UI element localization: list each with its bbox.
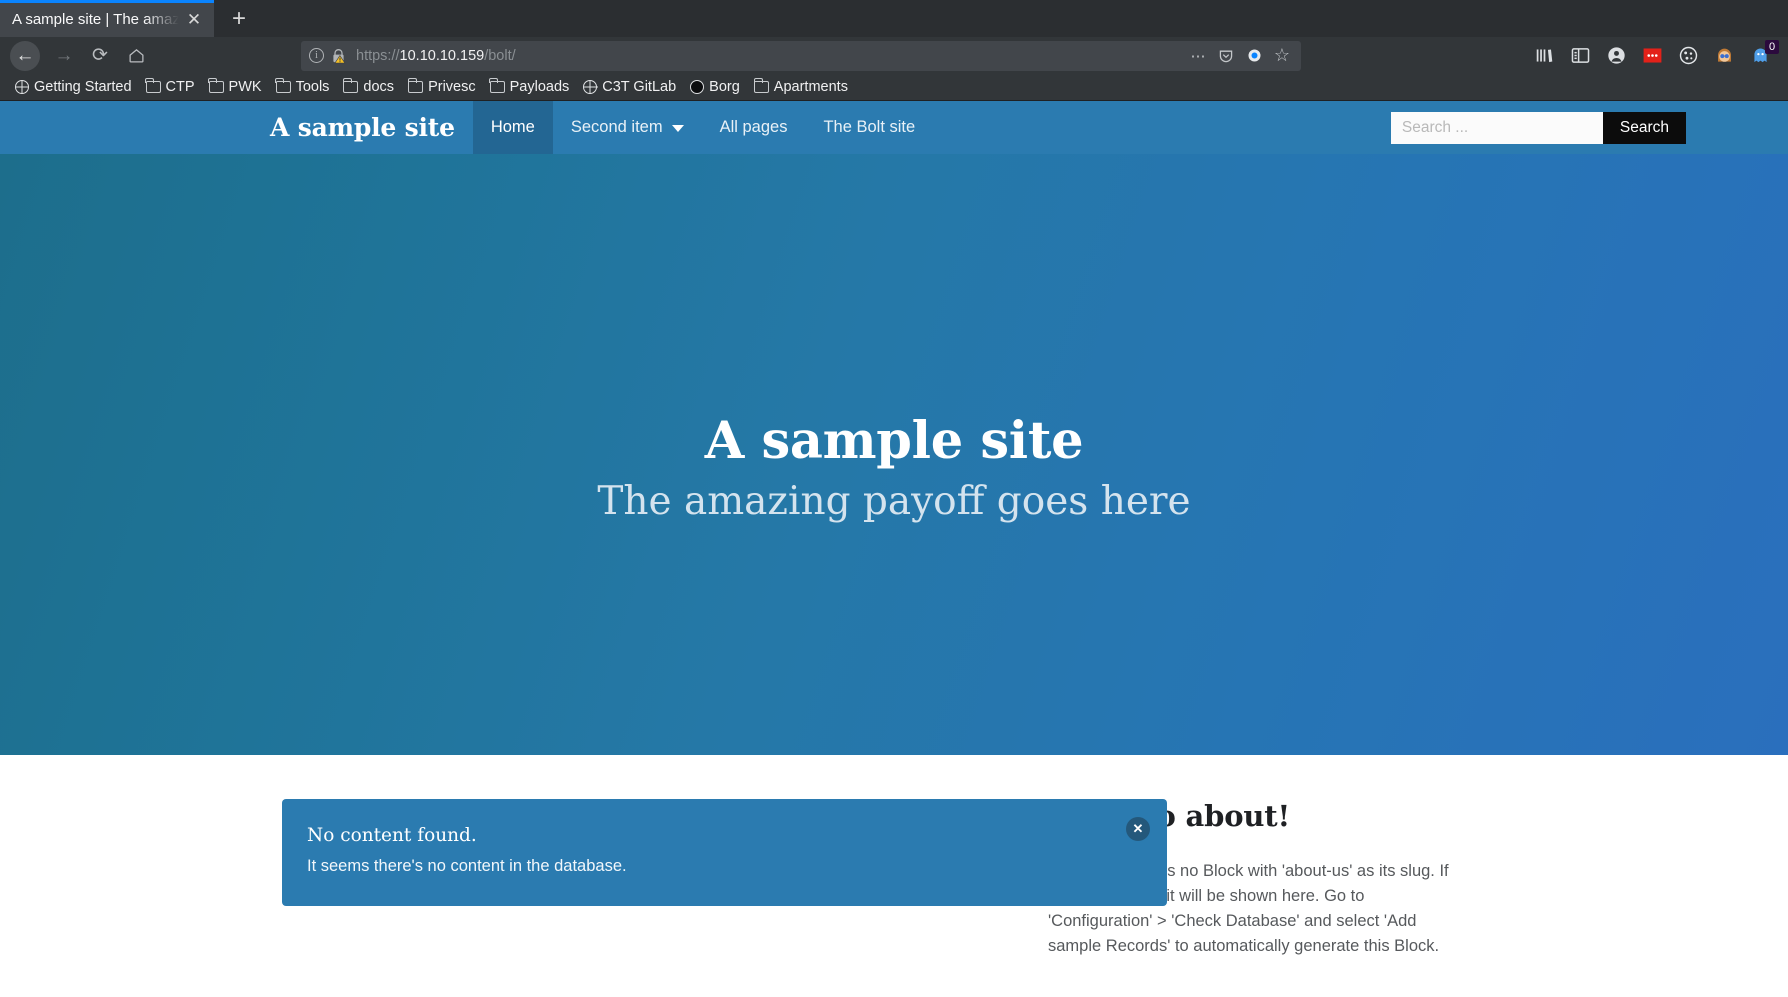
bookmark-getting-started[interactable]: Getting Started <box>8 77 139 97</box>
folder-icon <box>208 78 224 93</box>
no-content-alert: No content found. It seems there's no co… <box>282 799 1167 906</box>
bookmark-label: PWK <box>228 79 262 95</box>
bookmark-label: CTP <box>165 79 195 95</box>
chevron-down-icon <box>671 125 684 132</box>
site-brand[interactable]: A sample site <box>270 101 473 154</box>
url-path: /bolt/ <box>484 47 516 64</box>
nav-item-second-item[interactable]: Second item <box>553 101 702 154</box>
bookmark-payloads[interactable]: Payloads <box>483 77 577 97</box>
hero-banner: A sample site The amazing payoff goes he… <box>0 154 1788 755</box>
page-content: A sample site Home Second item All pages… <box>0 101 1788 997</box>
bookmark-star-icon[interactable]: ☆ <box>1269 43 1295 69</box>
tab-title: A sample site | The amazing <box>12 11 182 28</box>
borg-icon <box>690 80 705 94</box>
bookmark-label: Apartments <box>773 79 848 95</box>
person-extension-icon[interactable] <box>1708 41 1740 71</box>
close-icon[interactable]: ✕ <box>182 8 206 32</box>
sync-icon[interactable] <box>1241 43 1267 69</box>
info-icon[interactable]: i <box>309 48 324 63</box>
ghost-badge: 0 <box>1765 39 1779 54</box>
nav-item-label: All pages <box>719 118 788 136</box>
pocket-icon[interactable] <box>1213 43 1239 69</box>
nav-item-label: The Bolt site <box>823 118 916 136</box>
globe-icon <box>583 80 598 94</box>
extension-toolbar: 0 <box>1528 39 1780 71</box>
cookie-icon[interactable] <box>1672 41 1704 71</box>
folder-icon <box>145 78 161 93</box>
alert-title: No content found. <box>307 825 477 846</box>
bookmark-c3t-gitlab[interactable]: C3T GitLab <box>576 77 683 97</box>
nav-item-home[interactable]: Home <box>472 101 553 154</box>
hero-title: A sample site <box>704 411 1084 471</box>
folder-icon <box>753 78 769 93</box>
red-extension-icon[interactable] <box>1636 41 1668 71</box>
bookmark-ctp[interactable]: CTP <box>139 77 202 97</box>
hero-subtitle: The amazing payoff goes here <box>597 479 1191 525</box>
tab-strip: A sample site | The amazing ✕ + <box>0 0 1788 37</box>
folder-icon <box>489 78 505 93</box>
bookmark-label: Borg <box>709 79 740 95</box>
site-navbar: A sample site Home Second item All pages… <box>0 101 1788 154</box>
bookmark-privesc[interactable]: Privesc <box>401 77 483 97</box>
alert-text: It seems there's no content in the datab… <box>307 857 627 875</box>
nav-item-the-bolt-site[interactable]: The Bolt site <box>805 101 933 154</box>
close-icon[interactable]: ✕ <box>1126 817 1150 841</box>
bookmark-label: Tools <box>295 79 330 95</box>
bookmark-label: docs <box>363 79 395 95</box>
folder-icon <box>343 78 359 93</box>
back-button[interactable]: ← <box>10 40 40 71</box>
browser-toolbar: ← → ⟳ i https://10.10.10.159/bolt/ ⋯ ☆ 0 <box>0 37 1788 74</box>
search-input[interactable] <box>1390 111 1603 144</box>
url-bar[interactable]: i https://10.10.10.159/bolt/ ⋯ ☆ <box>301 40 1301 71</box>
ghost-extension-icon[interactable]: 0 <box>1744 39 1779 71</box>
url-host: 10.10.10.159 <box>399 47 485 64</box>
site-nav-items: Home Second item All pages The Bolt site <box>472 101 933 154</box>
search-button[interactable]: Search <box>1602 111 1686 144</box>
bookmark-label: Privesc <box>428 79 476 95</box>
library-icon[interactable] <box>1528 41 1560 71</box>
browser-tab[interactable]: A sample site | The amazing ✕ <box>0 0 214 37</box>
bookmark-docs[interactable]: docs <box>336 77 401 97</box>
reload-button[interactable]: ⟳ <box>82 41 118 71</box>
nav-item-label: Second item <box>570 118 663 136</box>
bookmark-apartments[interactable]: Apartments <box>747 77 855 97</box>
bookmark-label: C3T GitLab <box>602 79 677 95</box>
folder-icon <box>275 78 291 93</box>
url-actions: ⋯ ☆ <box>1185 43 1295 69</box>
site-identity[interactable]: i <box>309 48 346 64</box>
account-icon[interactable] <box>1600 41 1632 71</box>
forward-button[interactable]: → <box>46 41 82 71</box>
lock-warning-icon[interactable] <box>331 48 346 64</box>
bookmarks-bar: Getting Started CTP PWK Tools docs Prive… <box>0 74 1788 101</box>
bookmark-label: Payloads <box>509 79 570 95</box>
bookmark-pwk[interactable]: PWK <box>202 77 269 97</box>
browser-chrome: A sample site | The amazing ✕ + ← → ⟳ i <box>0 0 1788 101</box>
url-scheme: https:// <box>356 47 400 64</box>
url-text[interactable]: https://10.10.10.159/bolt/ <box>346 48 1185 64</box>
nav-item-all-pages[interactable]: All pages <box>702 101 806 154</box>
bookmark-borg[interactable]: Borg <box>683 77 747 97</box>
folder-icon <box>407 78 424 93</box>
new-tab-button[interactable]: + <box>220 3 258 35</box>
content-area: No content found. It seems there's no co… <box>0 755 1788 959</box>
globe-icon <box>15 80 29 94</box>
sidebar-icon[interactable] <box>1564 41 1596 71</box>
home-button[interactable] <box>118 41 154 71</box>
bookmark-label: Getting Started <box>34 79 132 95</box>
page-actions-icon[interactable]: ⋯ <box>1185 43 1211 69</box>
search-form: Search <box>1390 101 1788 154</box>
nav-item-label: Home <box>490 118 535 136</box>
hero-inner: A sample site The amazing payoff goes he… <box>597 413 1190 524</box>
main-column: No content found. It seems there's no co… <box>0 799 1167 959</box>
bookmark-tools[interactable]: Tools <box>269 77 337 97</box>
